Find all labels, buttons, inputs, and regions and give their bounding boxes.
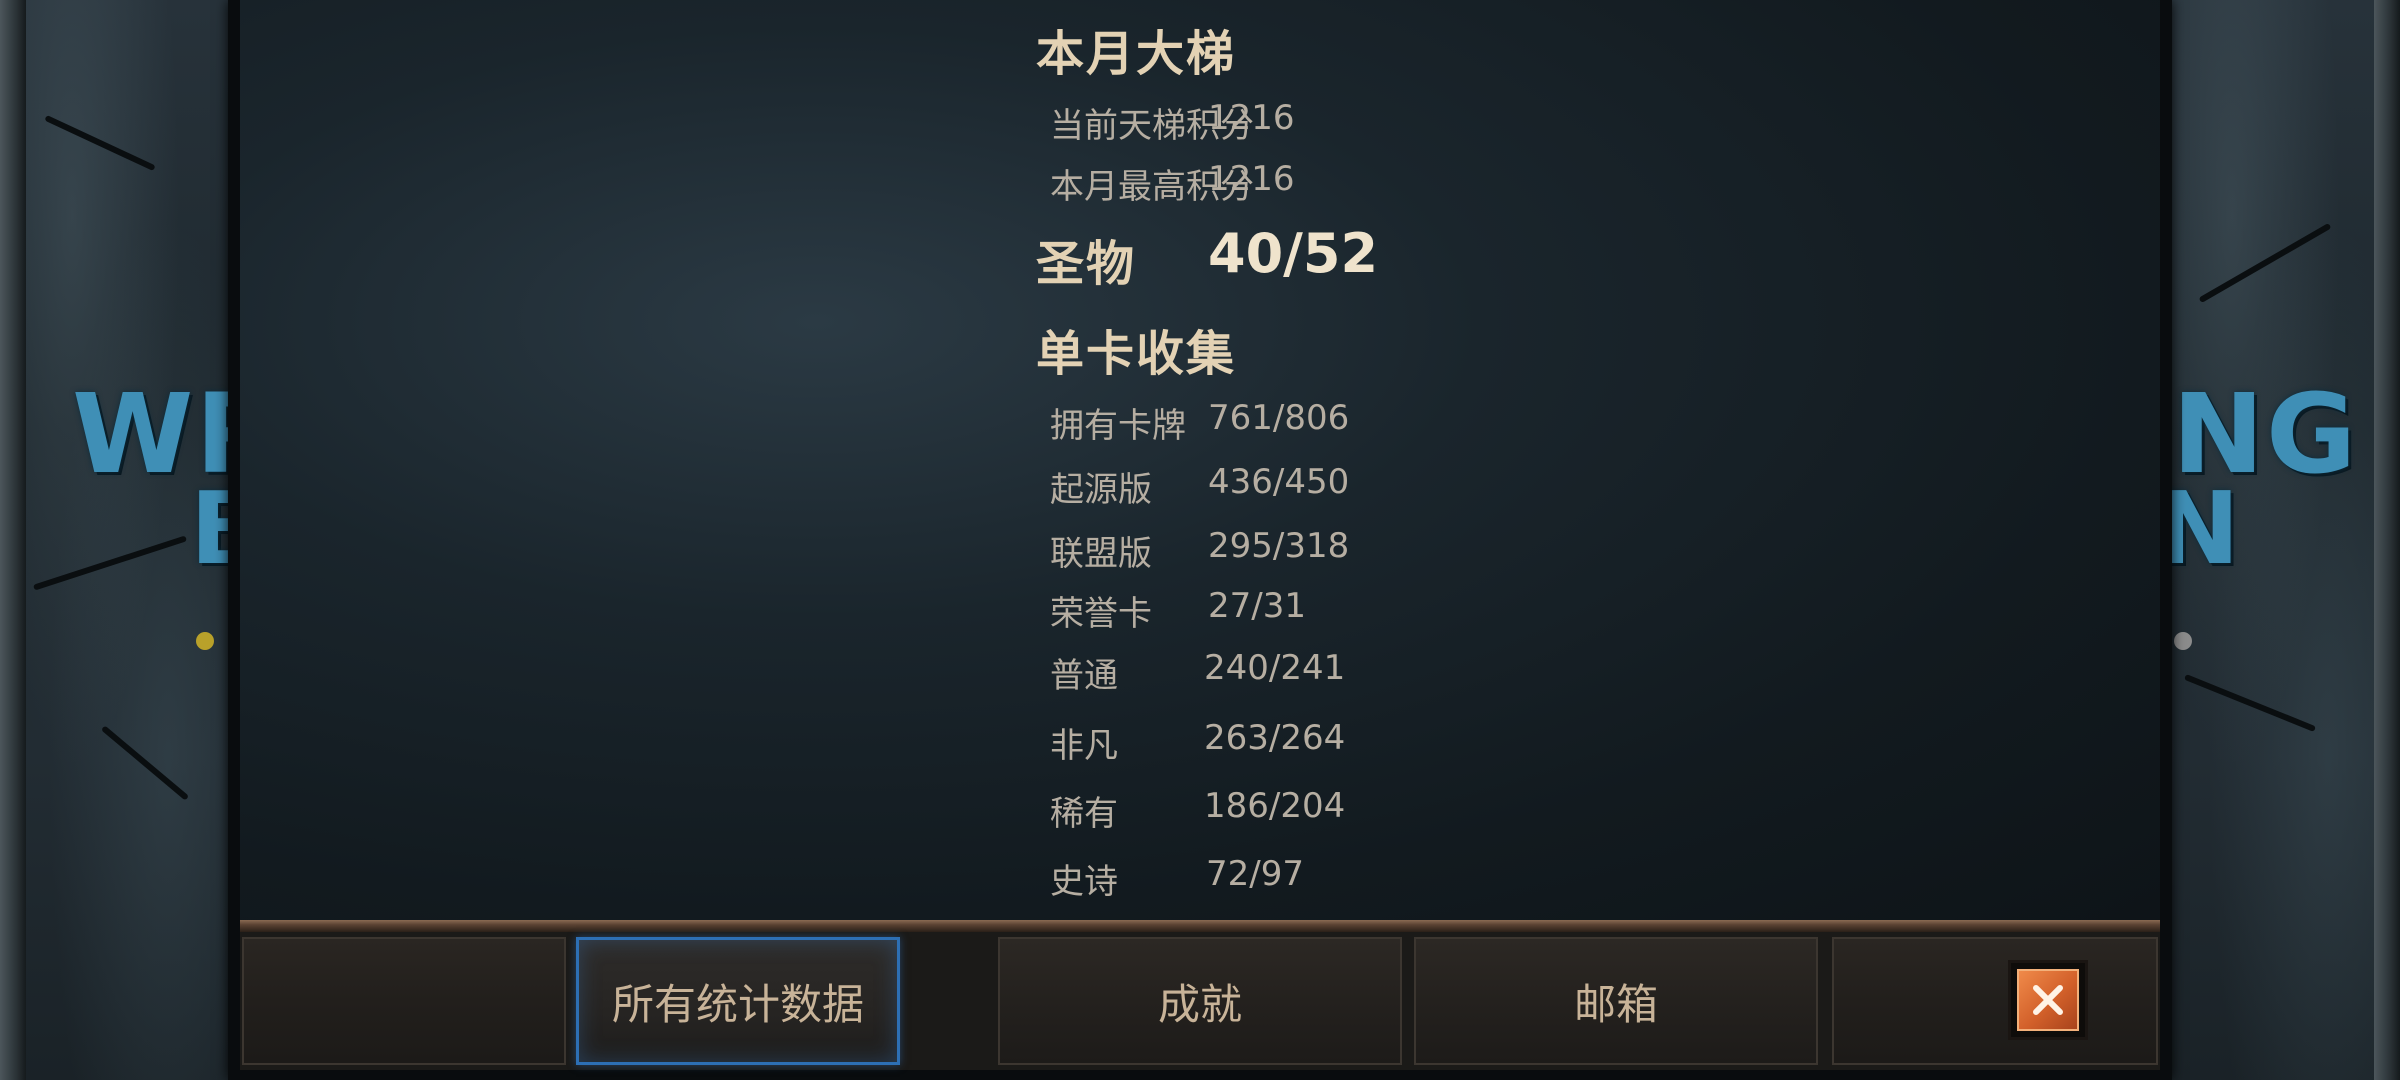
page-indicator-dot: [196, 632, 214, 650]
stone-crack: [44, 114, 156, 172]
tab-all-stats[interactable]: 所有统计数据: [576, 937, 900, 1065]
stat-value-relics: 40/52: [1208, 222, 1379, 285]
tab-achievements-label: 成就: [1157, 979, 1242, 1029]
stone-frame-edge: [2374, 0, 2400, 1080]
stat-label-common: 普通: [1050, 656, 1118, 696]
game-screen: WR B NG N 本月大梯 当前天梯积分 1216 本月最高积分 1216 圣…: [0, 0, 2400, 1080]
stat-label-rare: 稀有: [1050, 794, 1118, 834]
stat-label-uncommon: 非凡: [1050, 726, 1118, 766]
bar-top-edge: [240, 920, 2160, 932]
stat-value-current-ladder-score: 1216: [1208, 98, 1295, 138]
stone-crack: [2198, 222, 2332, 304]
close-button-slot: [1832, 937, 2158, 1065]
close-button[interactable]: [2008, 960, 2088, 1040]
bottom-tab-bar: 所有统计数据 成就 邮箱: [240, 920, 2160, 1070]
stat-value-rare: 186/204: [1204, 786, 1346, 826]
background-stone-right: NG N: [2156, 0, 2400, 1080]
stat-value-alliance-set: 295/318: [1208, 526, 1350, 566]
page-indicator-dot: [2174, 632, 2192, 650]
section-title-card-collection: 单卡收集: [1036, 326, 1237, 382]
tab-all-stats-label: 所有统计数据: [611, 979, 864, 1029]
stone-crack: [32, 535, 188, 591]
section-title-relics: 圣物: [1036, 236, 1137, 292]
tab-achievements[interactable]: 成就: [998, 937, 1402, 1065]
stat-label-epic: 史诗: [1050, 862, 1118, 902]
stat-value-month-highest-score: 1216: [1208, 159, 1295, 199]
background-stone-left: WR B: [0, 0, 280, 1080]
stat-label-origin-set: 起源版: [1050, 470, 1152, 510]
stats-list: 本月大梯 当前天梯积分 1216 本月最高积分 1216 圣物 40/52 单卡…: [240, 0, 2160, 920]
close-x-icon: [2017, 969, 2079, 1031]
stone-crack: [100, 725, 190, 801]
stone-frame-edge: [0, 0, 26, 1080]
stat-label-alliance-set: 联盟版: [1050, 534, 1152, 574]
stats-panel: 本月大梯 当前天梯积分 1216 本月最高积分 1216 圣物 40/52 单卡…: [228, 0, 2172, 1080]
tab-mailbox-label: 邮箱: [1573, 979, 1658, 1029]
stat-value-origin-set: 436/450: [1208, 462, 1350, 502]
stat-value-uncommon: 263/264: [1204, 718, 1346, 758]
stat-value-honor-cards: 27/31: [1208, 586, 1306, 626]
stat-value-owned-cards: 761/806: [1208, 398, 1350, 438]
stat-label-honor-cards: 荣誉卡: [1050, 594, 1152, 634]
section-title-ladder: 本月大梯: [1036, 26, 1237, 82]
tab-mailbox[interactable]: 邮箱: [1414, 937, 1818, 1065]
empty-tab-slot: [242, 937, 566, 1065]
stat-value-common: 240/241: [1204, 648, 1346, 688]
stone-crack: [2183, 673, 2317, 733]
stat-label-owned-cards: 拥有卡牌: [1050, 406, 1186, 446]
stats-content-area: 本月大梯 当前天梯积分 1216 本月最高积分 1216 圣物 40/52 单卡…: [240, 0, 2160, 920]
stat-value-epic: 72/97: [1206, 854, 1304, 894]
